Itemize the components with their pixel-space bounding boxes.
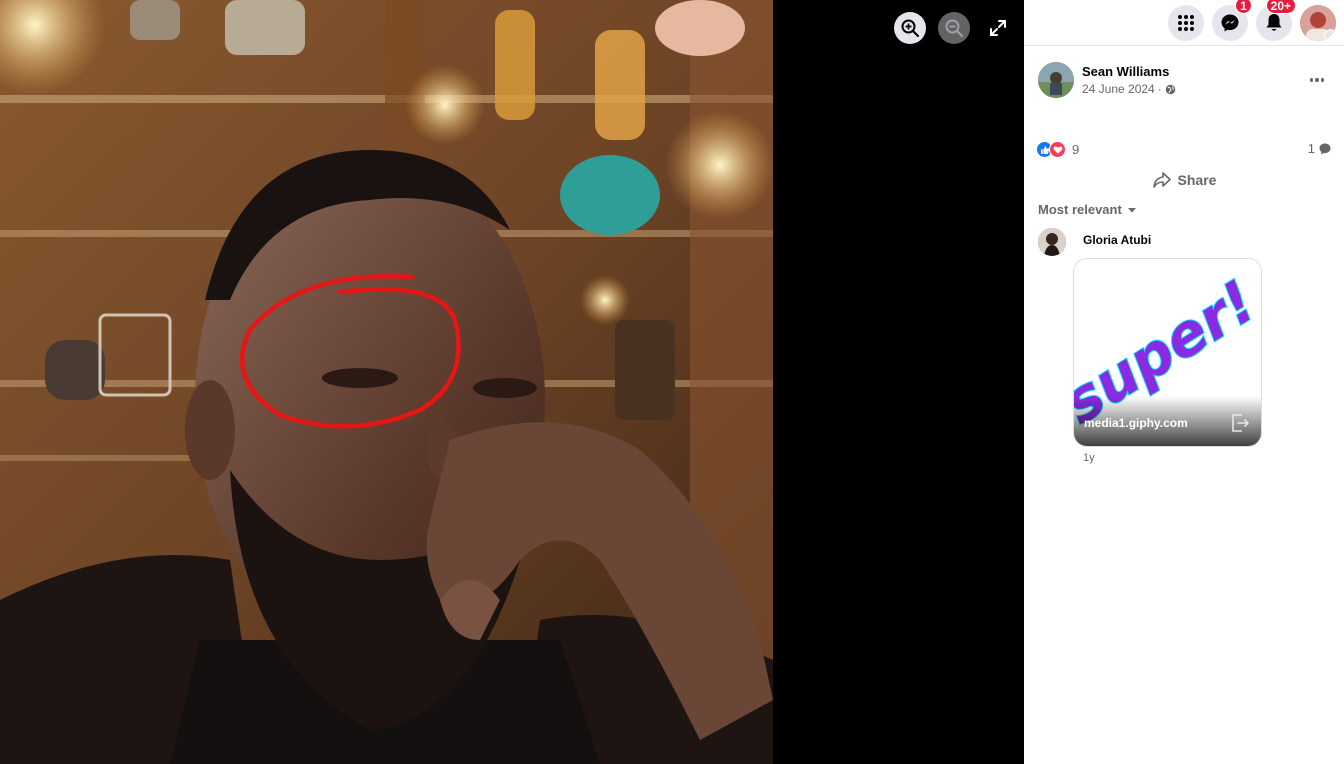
post-meta: 24 June 2024 · [1082, 82, 1176, 96]
post-panel: 1 20+ Sean Williams 24 June 2024 · 9 1 S… [1024, 0, 1344, 764]
top-navigation: 1 20+ [1024, 0, 1344, 46]
gif-source: media1.giphy.com [1084, 416, 1188, 430]
photo[interactable] [0, 0, 773, 764]
reactions-summary[interactable]: 9 [1036, 141, 1079, 158]
gif-attachment[interactable]: super! media1.giphy.com [1073, 258, 1262, 447]
notifications-button[interactable]: 20+ [1256, 0, 1296, 41]
more-dot [1309, 78, 1314, 82]
comment-count[interactable]: 1 [1308, 141, 1332, 156]
globe-icon [1165, 84, 1176, 94]
account-avatar[interactable] [1300, 4, 1336, 41]
open-external-icon[interactable] [1229, 412, 1251, 434]
commenter-photo [1038, 228, 1066, 256]
chevron-down-icon [1324, 28, 1336, 41]
viewer-controls [894, 12, 1014, 44]
date-separator: · [1157, 82, 1162, 96]
photo-image [0, 0, 773, 764]
messenger-button[interactable]: 1 [1212, 0, 1252, 41]
caret-down-icon [1127, 207, 1136, 212]
sort-label: Most relevant [1038, 202, 1122, 217]
photo-viewer [0, 0, 1024, 764]
reaction-count: 9 [1072, 142, 1080, 157]
zoom-in-icon [901, 19, 920, 38]
post-header: Sean Williams 24 June 2024 · [1038, 62, 1176, 98]
messenger-icon [1221, 14, 1239, 31]
share-button[interactable]: Share [1024, 168, 1344, 192]
zoom-in-button[interactable] [894, 12, 926, 44]
menu-button[interactable] [1168, 4, 1204, 41]
more-dot [1320, 78, 1325, 82]
more-dot [1315, 78, 1319, 82]
messenger-badge: 1 [1235, 0, 1252, 14]
fullscreen-button[interactable] [982, 12, 1014, 44]
bell-icon [1266, 13, 1282, 31]
share-label: Share [1177, 172, 1217, 188]
post-date[interactable]: 24 June 2024 [1082, 82, 1155, 96]
grid-menu-icon [1178, 14, 1194, 31]
author-avatar[interactable] [1038, 62, 1074, 98]
commenter-avatar[interactable] [1038, 228, 1066, 256]
comment-count-value: 1 [1307, 141, 1315, 156]
comment-bubble-icon [1319, 143, 1331, 154]
notifications-badge: 20+ [1265, 0, 1296, 14]
author-name[interactable]: Sean Williams [1082, 64, 1176, 79]
love-reaction-icon [1049, 141, 1066, 158]
more-options-button[interactable] [1304, 70, 1330, 90]
comment-time[interactable]: 1y [1083, 452, 1095, 464]
author-photo [1038, 62, 1074, 98]
comment-sort-dropdown[interactable]: Most relevant [1038, 202, 1137, 217]
commenter-name[interactable]: Gloria Atubi [1083, 233, 1151, 247]
zoom-out-button[interactable] [938, 12, 970, 44]
expand-icon [990, 20, 1006, 36]
share-icon [1152, 172, 1171, 188]
zoom-out-icon [945, 19, 964, 38]
